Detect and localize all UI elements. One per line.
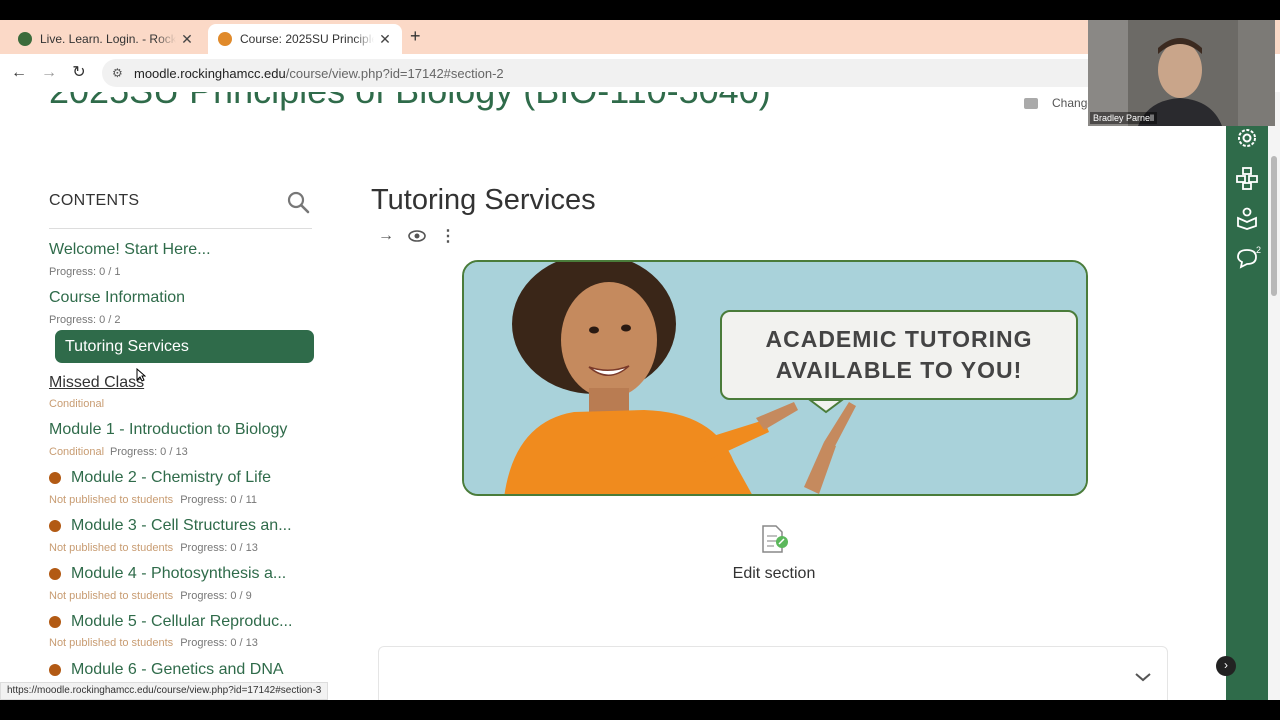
module-4-meta: Not published to students Progress: 0 / … (49, 590, 252, 602)
right-drawer-bar: 2 (1226, 92, 1268, 700)
tutoring-banner-image: ACADEMIC TUTORING AVAILABLE TO YOU! (462, 260, 1088, 496)
chevron-down-icon[interactable] (1134, 672, 1152, 682)
section-title: Tutoring Services (371, 184, 596, 216)
divider (49, 228, 312, 229)
module-3-meta: Not published to students Progress: 0 / … (49, 542, 258, 554)
camera-icon (1024, 97, 1038, 109)
index-item-module-5[interactable]: Module 5 - Cellular Reproduc... (71, 613, 292, 631)
tab-rockingham[interactable]: Live. Learn. Login. - Rockingham ✕ (8, 24, 204, 54)
module-1-meta: Conditional Progress: 0 / 13 (49, 446, 188, 458)
tab-course[interactable]: Course: 2025SU Principles of Bio ✕ (208, 24, 402, 54)
index-item-module-1[interactable]: Module 1 - Introduction to Biology (49, 421, 287, 439)
search-icon[interactable] (286, 190, 310, 214)
condition-text: Conditional (49, 398, 105, 410)
webcam-name-label: Bradley Parnell (1090, 112, 1158, 124)
scrollbar-thumb[interactable] (1271, 156, 1277, 296)
learning-tools-icon[interactable] (1235, 206, 1259, 230)
unpublished-dot-icon (49, 568, 61, 580)
close-icon[interactable]: ✕ (378, 31, 392, 48)
module-5-meta: Not published to students Progress: 0 / … (49, 637, 258, 649)
page-scrollbar[interactable] (1268, 92, 1280, 700)
reload-icon[interactable]: ↻ (68, 62, 90, 84)
index-item-module-2[interactable]: Module 2 - Chemistry of Life (71, 469, 271, 487)
index-item-module-6[interactable]: Module 6 - Genetics and DNA (71, 661, 284, 679)
gear-icon[interactable] (1235, 126, 1259, 150)
unpublished-dot-icon (49, 472, 61, 484)
progress-text: Progress: 0 / 2 (49, 314, 121, 326)
edit-section-button[interactable]: Edit section (732, 524, 816, 583)
moodle-favicon-icon (218, 32, 232, 46)
webcam-overlay: Bradley Parnell (1088, 20, 1275, 126)
forward-icon[interactable]: → (38, 62, 60, 84)
course-page: 2025SU Principles of Biology (BIO-110-50… (0, 92, 1226, 700)
edit-document-icon (762, 525, 788, 553)
message-count-badge: 2 (1256, 245, 1262, 255)
index-item-module-4[interactable]: Module 4 - Photosynthesis a... (71, 565, 286, 583)
screen: Live. Learn. Login. - Rockingham ✕ Cours… (0, 0, 1280, 720)
move-arrow-icon[interactable]: → (378, 227, 394, 245)
change-image-link[interactable]: Change (1024, 96, 1094, 110)
course-index-heading: CONTENTS (49, 192, 140, 209)
progress-text: Progress: 0 / 1 (49, 266, 121, 278)
section-actions: → ⋮ (378, 226, 456, 246)
index-item-missed-class[interactable]: Missed Class (49, 374, 144, 392)
course-title: 2025SU Principles of Biology (BIO-110-50… (49, 92, 771, 112)
drawer-toggle-chevron-icon[interactable]: › (1216, 656, 1236, 676)
blocks-icon[interactable] (1235, 166, 1259, 190)
rockingham-favicon-icon (18, 32, 32, 46)
more-options-icon[interactable]: ⋮ (440, 226, 456, 246)
unpublished-dot-icon (49, 664, 61, 676)
address-bar[interactable]: ⚙ moodle.rockinghamcc.edu/course/view.ph… (102, 59, 1102, 87)
index-item-tutoring-services[interactable]: Tutoring Services (55, 330, 314, 363)
module-2-meta: Not published to students Progress: 0 / … (49, 494, 258, 506)
index-item-course-information[interactable]: Course Information (49, 289, 185, 307)
tab-title: Course: 2025SU Principles of Bio (240, 32, 374, 46)
close-icon[interactable]: ✕ (180, 31, 194, 48)
webcam-video (1088, 20, 1275, 126)
url-path: /course/view.php?id=17142#section-2 (285, 65, 504, 81)
next-section-card (378, 646, 1168, 700)
banner-speech-bubble: ACADEMIC TUTORING AVAILABLE TO YOU! (720, 310, 1078, 400)
tab-title: Live. Learn. Login. - Rockingham (40, 32, 176, 46)
url-host: moodle.rockinghamcc.edu (134, 65, 286, 81)
eye-icon[interactable] (408, 230, 426, 242)
status-bar-url: https://moodle.rockinghamcc.edu/course/v… (0, 682, 329, 700)
mouse-cursor-icon (136, 368, 146, 382)
index-item-module-3[interactable]: Module 3 - Cell Structures an... (71, 517, 292, 535)
unpublished-dot-icon (49, 616, 61, 628)
index-item-welcome[interactable]: Welcome! Start Here... (49, 241, 211, 259)
unpublished-dot-icon (49, 520, 61, 532)
back-icon[interactable]: ← (8, 62, 30, 84)
edit-section-label: Edit section (732, 565, 816, 582)
site-info-icon[interactable]: ⚙ (112, 66, 126, 80)
new-tab-icon[interactable]: + (410, 26, 421, 47)
